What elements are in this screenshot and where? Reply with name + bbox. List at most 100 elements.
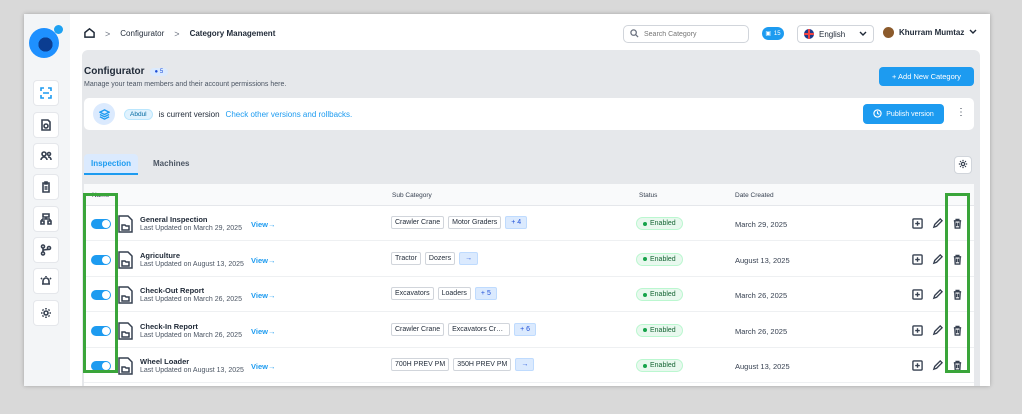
- publish-version-button[interactable]: Publish version: [863, 104, 944, 124]
- date-created: March 26, 2025: [735, 326, 788, 336]
- table-header: Name Sub Category Status Date Created: [84, 184, 974, 206]
- date-created: August 13, 2025: [735, 362, 790, 371]
- category-name: Check-In Report: [140, 321, 198, 331]
- view-link[interactable]: View→: [251, 256, 275, 265]
- version-user-chip: Abdul: [124, 109, 153, 120]
- view-link[interactable]: View→: [251, 362, 275, 371]
- sub-categories: Excavators Loaders + 5: [391, 287, 497, 300]
- edit-icon[interactable]: [932, 217, 944, 231]
- chevron-down-icon: [969, 28, 977, 37]
- notification-button[interactable]: ▣ 15: [762, 27, 784, 40]
- edit-icon[interactable]: [932, 288, 944, 302]
- count-badge: ● 5: [149, 67, 169, 76]
- delete-icon[interactable]: [952, 289, 963, 302]
- notification-count: 15: [773, 30, 781, 37]
- enabled-toggle[interactable]: [91, 290, 111, 300]
- status-badge: Enabled: [636, 359, 683, 372]
- users-icon[interactable]: [33, 143, 59, 169]
- enabled-toggle[interactable]: [91, 325, 111, 336]
- category-name: Agriculture: [140, 250, 181, 260]
- view-link[interactable]: View→: [251, 220, 275, 229]
- edit-icon[interactable]: [932, 324, 944, 338]
- view-link[interactable]: View→: [251, 291, 275, 300]
- scan-icon[interactable]: [33, 80, 59, 106]
- category-name: Wheel Loader: [140, 357, 190, 366]
- more-chip[interactable]: →: [459, 251, 479, 265]
- enabled-toggle[interactable]: [91, 361, 111, 371]
- version-bar: Abdul is current version Check other ver…: [84, 98, 974, 130]
- tab-machines[interactable]: Machines: [146, 154, 196, 175]
- last-updated: Last Updated on March 26, 2025: [140, 296, 242, 303]
- duplicate-icon[interactable]: [912, 253, 923, 267]
- home-icon[interactable]: [84, 27, 95, 40]
- language-select[interactable]: English: [797, 25, 874, 43]
- category-name: Check-Out Report: [140, 286, 205, 295]
- breadcrumb-item-current: Category Management: [189, 29, 276, 38]
- sub-category-chip: Motor Graders: [448, 216, 502, 229]
- app-logo: [29, 25, 63, 58]
- search-input[interactable]: [644, 30, 739, 38]
- column-header-date: Date Created: [735, 192, 774, 199]
- file-folder-icon: [118, 215, 133, 235]
- main-content: Configurator ● 5 Manage your team member…: [82, 50, 980, 386]
- delete-icon[interactable]: [952, 360, 963, 373]
- clock-icon: [873, 108, 882, 120]
- clipboard-icon[interactable]: [33, 174, 59, 200]
- versions-link[interactable]: Check other versions and rollbacks.: [226, 110, 353, 119]
- page-subtitle: Manage your team members and their accou…: [84, 81, 287, 88]
- table-row: Check-In Report Last Updated on March 26…: [84, 312, 974, 348]
- sub-category-chip: Crawler Crane: [391, 216, 445, 229]
- view-label: View: [251, 291, 268, 300]
- more-chip[interactable]: + 6: [514, 322, 537, 336]
- duplicate-icon[interactable]: [912, 289, 923, 302]
- page-title: Configurator ● 5: [84, 66, 169, 77]
- status-text: Enabled: [650, 220, 676, 227]
- column-header-status: Status: [639, 192, 658, 199]
- language-label: English: [819, 29, 846, 39]
- breadcrumb: > Configurator > Category Management: [84, 27, 275, 40]
- sub-category-chip: Excavators Crawler: [448, 322, 511, 336]
- edit-icon[interactable]: [932, 253, 944, 267]
- more-options-icon[interactable]: ⋮: [956, 107, 966, 118]
- sub-categories: Crawler Crane Excavators Crawler + 6: [391, 322, 537, 336]
- table-settings-button[interactable]: [954, 156, 972, 174]
- sub-category-chip: Dozers: [424, 251, 456, 265]
- duplicate-icon[interactable]: [912, 324, 923, 338]
- delete-icon[interactable]: [952, 325, 963, 338]
- status-badge: Enabled: [636, 323, 683, 337]
- enabled-toggle[interactable]: [91, 219, 111, 229]
- enabled-toggle[interactable]: [91, 254, 111, 265]
- hierarchy-icon[interactable]: [33, 206, 59, 232]
- user-menu[interactable]: Khurram Mumtaz: [883, 27, 977, 38]
- sub-category-chip: 700H PREV PM: [391, 358, 450, 371]
- duplicate-icon[interactable]: [912, 360, 923, 373]
- tab-inspection[interactable]: Inspection: [84, 154, 139, 175]
- sub-categories: Crawler Crane Motor Graders + 4: [391, 216, 528, 229]
- duplicate-icon[interactable]: [912, 218, 923, 231]
- add-category-button[interactable]: + Add New Category: [879, 67, 974, 86]
- more-chip[interactable]: →: [515, 358, 535, 371]
- publish-label: Publish version: [886, 110, 934, 118]
- settings-icon[interactable]: [33, 300, 59, 326]
- status-text: Enabled: [650, 326, 676, 334]
- edit-icon[interactable]: [932, 359, 944, 373]
- tab-bar: Inspection Machines: [84, 154, 196, 175]
- column-header-sub-category: Sub Category: [392, 192, 432, 199]
- status-badge: Enabled: [636, 252, 683, 266]
- alarm-icon[interactable]: [33, 268, 59, 294]
- delete-icon[interactable]: [952, 254, 963, 267]
- table-row: Agriculture Last Updated on August 13, 2…: [84, 241, 974, 277]
- last-updated: Last Updated on August 13, 2025: [140, 367, 244, 374]
- chevron-right-icon: >: [174, 28, 180, 39]
- chevron-right-icon: >: [105, 28, 111, 39]
- search-box[interactable]: [623, 25, 749, 43]
- more-chip[interactable]: + 5: [474, 287, 497, 300]
- delete-icon[interactable]: [952, 218, 963, 231]
- bell-icon: ▣: [765, 31, 772, 37]
- breadcrumb-item-configurator[interactable]: Configurator: [120, 29, 164, 38]
- view-link[interactable]: View→: [251, 327, 275, 336]
- more-chip[interactable]: + 4: [505, 216, 528, 229]
- report-search-icon[interactable]: [33, 112, 59, 138]
- branch-icon[interactable]: [33, 237, 59, 263]
- date-created: March 29, 2025: [735, 220, 788, 229]
